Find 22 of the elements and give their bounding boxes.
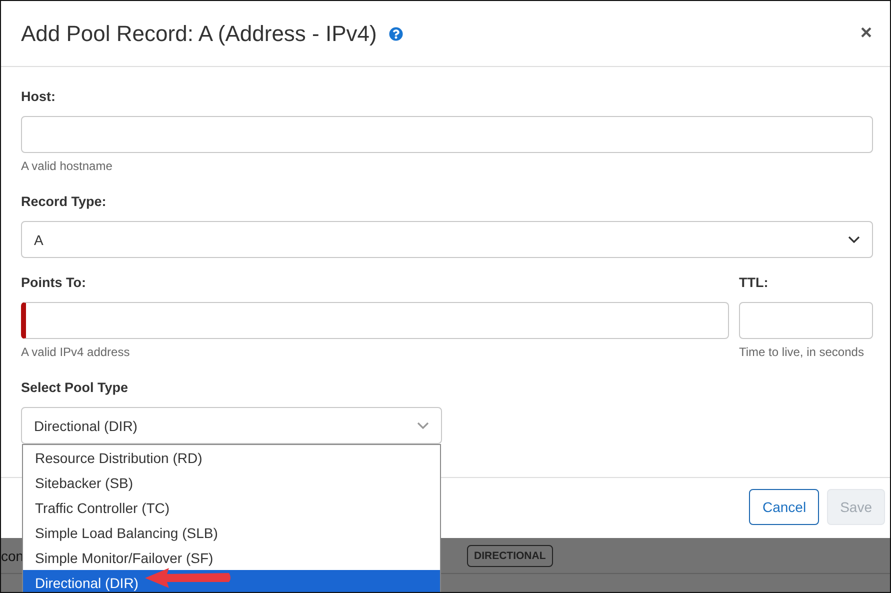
field-hint: Time to live, in seconds (739, 345, 865, 359)
field-label: TTL: (739, 274, 770, 292)
field-label: Select Pool Type (21, 379, 130, 397)
tag: DIRECTIONAL (467, 544, 553, 566)
dialog-title: Add Pool Record: A (Address - IPv4) (21, 20, 377, 46)
points-to-input[interactable] (21, 302, 729, 339)
host-input[interactable] (21, 116, 873, 153)
chevron-down-icon (417, 422, 429, 429)
field-label: Host: (21, 88, 56, 106)
chevron-down-icon (848, 236, 860, 243)
dropdown-option[interactable]: Directional (DIR) (23, 570, 440, 592)
cancel-button[interactable]: Cancel (749, 489, 820, 525)
field-label: Points To: (21, 274, 87, 292)
field-hint: A valid hostname (21, 159, 114, 173)
field-label: Record Type: (21, 193, 108, 211)
arrow-icon (143, 566, 233, 590)
field-hint: A valid IPv4 address (21, 345, 131, 359)
pool-type-select[interactable]: Directional (DIR) (21, 407, 442, 444)
close-button[interactable]: × (858, 22, 874, 45)
help-icon[interactable] (388, 26, 403, 40)
record-type-select[interactable]: A (21, 221, 873, 258)
ttl-input[interactable] (739, 302, 873, 339)
